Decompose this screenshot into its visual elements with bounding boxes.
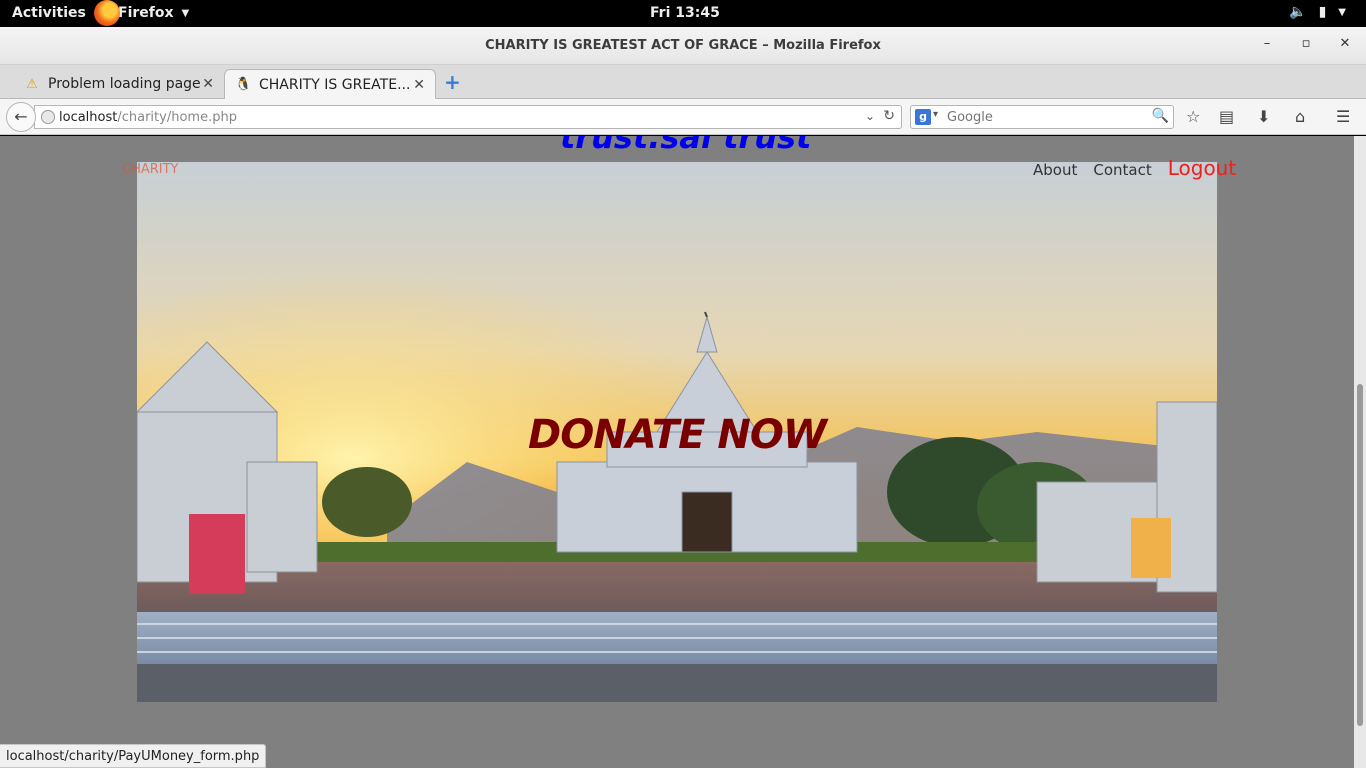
url-host: localhost bbox=[59, 110, 118, 125]
tab-strip: ⚠ Problem loading page ✕ 🐧 CHARITY IS GR… bbox=[0, 65, 1366, 99]
downloads-icon[interactable]: ⬇ bbox=[1257, 107, 1270, 126]
donate-now-button[interactable]: DONATE NOW bbox=[137, 412, 1217, 458]
url-bar[interactable]: localhost/charity/home.php ⌄ ↻ bbox=[34, 105, 902, 129]
close-window-button[interactable]: ✕ bbox=[1335, 36, 1355, 51]
new-tab-button[interactable]: + bbox=[444, 70, 461, 94]
tab-label: CHARITY IS GREATE... bbox=[259, 76, 411, 93]
arrow-left-icon: ← bbox=[14, 107, 28, 126]
tab-problem-loading[interactable]: ⚠ Problem loading page ✕ bbox=[14, 69, 224, 99]
bookmark-star-icon[interactable]: ☆ bbox=[1186, 107, 1200, 126]
brand-link[interactable]: CHARITY bbox=[122, 162, 179, 177]
site-identity-icon[interactable] bbox=[41, 110, 55, 124]
maximize-button[interactable]: ▫ bbox=[1296, 36, 1316, 51]
minimize-button[interactable]: – bbox=[1257, 36, 1277, 51]
volume-icon[interactable]: 🔈 bbox=[1289, 4, 1306, 22]
warning-icon: ⚠ bbox=[26, 76, 38, 92]
nav-contact-link[interactable]: Contact bbox=[1093, 161, 1151, 179]
page-scrollbar[interactable] bbox=[1354, 136, 1366, 768]
app-menu-label: Firefox bbox=[118, 5, 174, 21]
url-history-dropdown-icon[interactable]: ⌄ bbox=[865, 109, 875, 123]
tab-charity[interactable]: 🐧 CHARITY IS GREATE... ✕ bbox=[224, 69, 436, 99]
tab-label: Problem loading page bbox=[48, 76, 201, 92]
window-title: CHARITY IS GREATEST ACT OF GRACE – Mozil… bbox=[485, 38, 881, 53]
caret-down-icon[interactable]: ▼ bbox=[1338, 4, 1346, 22]
home-icon[interactable]: ⌂ bbox=[1295, 107, 1305, 126]
close-tab-icon[interactable]: ✕ bbox=[413, 77, 425, 93]
back-button[interactable]: ← bbox=[6, 102, 36, 132]
site-title[interactable]: trust.sai trust bbox=[560, 136, 811, 156]
tux-icon: 🐧 bbox=[235, 77, 252, 92]
menu-icon[interactable]: ☰ bbox=[1336, 107, 1350, 126]
hero-image: DONATE NOW bbox=[137, 162, 1217, 702]
reload-icon[interactable]: ↻ bbox=[883, 108, 895, 124]
google-icon[interactable]: g bbox=[915, 109, 931, 125]
search-input[interactable] bbox=[947, 108, 1147, 126]
gnome-top-bar: Activities Firefox ▼ Fri 13:45 🔈 ▮ ▼ bbox=[0, 0, 1366, 27]
close-tab-icon[interactable]: ✕ bbox=[202, 76, 214, 92]
url-text[interactable]: localhost/charity/home.php bbox=[59, 110, 237, 125]
app-menu[interactable]: Firefox ▼ bbox=[94, 0, 190, 26]
clock[interactable]: Fri 13:45 bbox=[650, 5, 720, 21]
page-viewport: DONATE NOW trust.sai trust CHARITY About… bbox=[0, 136, 1354, 768]
battery-icon[interactable]: ▮ bbox=[1319, 4, 1327, 22]
url-path: /charity/home.php bbox=[117, 110, 237, 125]
scrollbar-thumb[interactable] bbox=[1357, 384, 1363, 726]
site-nav: About Contact Logout bbox=[1033, 156, 1236, 180]
nav-logout-link[interactable]: Logout bbox=[1168, 156, 1236, 180]
firefox-icon bbox=[94, 0, 120, 26]
search-engine-dropdown-icon[interactable]: ▾ bbox=[933, 109, 938, 120]
nav-toolbar: localhost/charity/home.php ⌄ ↻ ← g ▾ 🔍 ☆… bbox=[0, 99, 1366, 135]
activities-button[interactable]: Activities bbox=[12, 5, 86, 21]
nav-about-link[interactable]: About bbox=[1033, 161, 1077, 179]
search-icon[interactable]: 🔍 bbox=[1152, 108, 1169, 124]
bookmarks-list-icon[interactable]: ▤ bbox=[1219, 107, 1234, 126]
window-titlebar: CHARITY IS GREATEST ACT OF GRACE – Mozil… bbox=[0, 27, 1366, 65]
system-tray[interactable]: 🔈 ▮ ▼ bbox=[1289, 4, 1346, 22]
status-link-preview: localhost/charity/PayUMoney_form.php bbox=[0, 744, 267, 768]
caret-down-icon: ▼ bbox=[181, 7, 190, 19]
search-bar[interactable]: g ▾ 🔍 bbox=[910, 105, 1174, 129]
